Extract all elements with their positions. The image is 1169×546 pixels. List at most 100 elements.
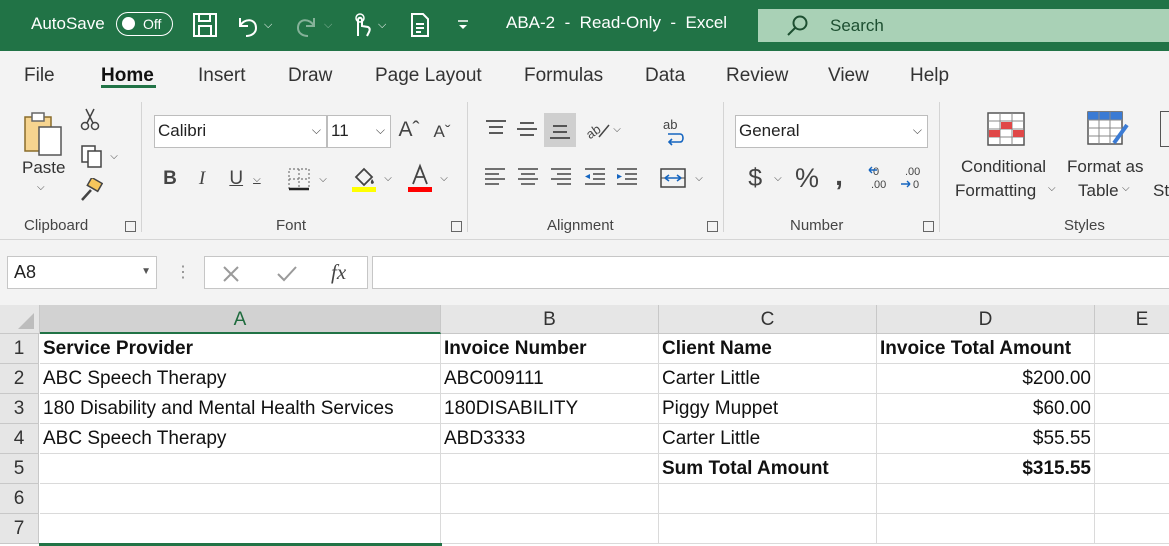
tab-page-layout[interactable]: Page Layout xyxy=(375,65,482,87)
cell-d5[interactable]: $315.55 xyxy=(877,454,1095,484)
tab-insert[interactable]: Insert xyxy=(198,65,246,87)
cell-d1[interactable]: Invoice Total Amount xyxy=(877,334,1095,364)
enter-check-icon[interactable] xyxy=(276,264,298,284)
cell-d6[interactable] xyxy=(877,484,1095,514)
align-left-button[interactable] xyxy=(480,163,510,191)
row-header-5[interactable]: 5 xyxy=(0,454,39,484)
select-all-button[interactable] xyxy=(0,305,40,334)
cell-e3[interactable] xyxy=(1095,394,1169,424)
bottom-align-button[interactable] xyxy=(544,113,576,147)
paste-button[interactable] xyxy=(18,105,68,165)
conditional-formatting-icon-wrap[interactable] xyxy=(982,109,1030,149)
comma-style-button[interactable]: , xyxy=(828,159,850,193)
format-as-table-line2[interactable]: Table xyxy=(1078,181,1119,201)
underline-button[interactable]: U ⌵ xyxy=(221,164,269,194)
tab-draw[interactable]: Draw xyxy=(288,65,332,87)
column-header-c[interactable]: C xyxy=(659,305,877,334)
align-center-button[interactable] xyxy=(513,163,543,191)
cell-styles-icon[interactable] xyxy=(1160,111,1169,147)
currency-format-button[interactable]: $ ⌵ xyxy=(740,161,790,195)
cut-button[interactable] xyxy=(78,105,102,133)
cell-b2[interactable]: ABC009111 xyxy=(441,364,659,394)
row-header-1[interactable]: 1 xyxy=(0,334,39,364)
column-header-a[interactable]: A xyxy=(40,305,441,334)
cell-e7[interactable] xyxy=(1095,514,1169,544)
undo-button[interactable]: ⌵ xyxy=(234,11,272,39)
row-header-4[interactable]: 4 xyxy=(0,424,39,454)
save-button[interactable] xyxy=(192,11,218,39)
customize-toolbar-button[interactable] xyxy=(456,11,470,39)
print-preview-button[interactable] xyxy=(408,11,432,39)
number-format-dropdown[interactable]: General ⌵ xyxy=(735,115,928,148)
cell-c1[interactable]: Client Name xyxy=(659,334,877,364)
column-header-d[interactable]: D xyxy=(877,305,1095,334)
cell-b3[interactable]: 180DISABILITY xyxy=(441,394,659,424)
cell-b7[interactable] xyxy=(441,514,659,544)
cell-c4[interactable]: Carter Little xyxy=(659,424,877,454)
increase-decimal-button[interactable]: 0.00 xyxy=(866,163,896,193)
column-header-b[interactable]: B xyxy=(441,305,659,334)
alignment-launcher-icon[interactable] xyxy=(707,221,718,232)
cell-a2[interactable]: ABC Speech Therapy xyxy=(40,364,441,394)
percent-style-button[interactable]: % xyxy=(792,161,822,195)
cell-e1[interactable] xyxy=(1095,334,1169,364)
font-color-button[interactable]: ⌵ xyxy=(402,161,452,195)
font-launcher-icon[interactable] xyxy=(451,221,462,232)
row-header-7[interactable]: 7 xyxy=(0,514,39,544)
middle-align-button[interactable] xyxy=(513,115,541,143)
cell-d4[interactable]: $55.55 xyxy=(877,424,1095,454)
search-box[interactable]: Search xyxy=(758,9,1169,42)
chevron-down-icon[interactable]: ⌵ xyxy=(1122,183,1130,194)
bold-button[interactable]: B xyxy=(158,164,182,194)
font-name-dropdown[interactable]: Calibri ⌵ xyxy=(154,115,327,148)
conditional-formatting-line1[interactable]: Conditional xyxy=(961,157,1046,177)
row-header-2[interactable]: 2 xyxy=(0,364,39,394)
cell-b5[interactable] xyxy=(441,454,659,484)
decrease-font-size-button[interactable]: Aˇ xyxy=(428,117,456,147)
tab-help[interactable]: Help xyxy=(910,65,949,87)
tab-file[interactable]: File xyxy=(24,65,55,87)
column-header-e[interactable]: E xyxy=(1095,305,1169,334)
format-as-table-line1[interactable]: Format as xyxy=(1067,157,1144,177)
cell-d2[interactable]: $200.00 xyxy=(877,364,1095,394)
top-align-button[interactable] xyxy=(482,115,510,143)
chevron-down-icon[interactable]: ⌵ xyxy=(1048,183,1056,194)
cell-c6[interactable] xyxy=(659,484,877,514)
italic-button[interactable]: I xyxy=(190,164,214,194)
tab-review[interactable]: Review xyxy=(726,65,788,87)
increase-indent-button[interactable] xyxy=(612,163,642,191)
redo-button[interactable]: ⌵ xyxy=(294,11,332,39)
cell-a3[interactable]: 180 Disability and Mental Health Service… xyxy=(40,394,441,424)
cell-d3[interactable]: $60.00 xyxy=(877,394,1095,424)
clipboard-launcher-icon[interactable] xyxy=(125,221,136,232)
autosave-toggle[interactable]: Off xyxy=(116,12,173,36)
tab-data[interactable]: Data xyxy=(645,65,685,87)
cell-styles-partial[interactable]: St xyxy=(1153,181,1169,201)
cell-a1[interactable]: Service Provider xyxy=(40,334,441,364)
cell-b4[interactable]: ABD3333 xyxy=(441,424,659,454)
font-size-dropdown[interactable]: 11 ⌵ xyxy=(327,115,391,148)
cell-e4[interactable] xyxy=(1095,424,1169,454)
cell-a6[interactable] xyxy=(40,484,441,514)
cell-e2[interactable] xyxy=(1095,364,1169,394)
tab-formulas[interactable]: Formulas xyxy=(524,65,603,87)
cell-c3[interactable]: Piggy Muppet xyxy=(659,394,877,424)
cell-a5[interactable] xyxy=(40,454,441,484)
cell-c7[interactable] xyxy=(659,514,877,544)
fill-color-button[interactable]: ⌵ xyxy=(346,161,396,195)
row-header-3[interactable]: 3 xyxy=(0,394,39,424)
touch-mode-button[interactable]: ⌵ xyxy=(350,11,386,39)
wrap-text-button[interactable]: ab xyxy=(658,115,688,147)
cell-b1[interactable]: Invoice Number xyxy=(441,334,659,364)
name-box[interactable]: A8 ▼ xyxy=(7,256,157,289)
conditional-formatting-line2[interactable]: Formatting xyxy=(955,181,1036,201)
decrease-decimal-button[interactable]: .00 0 xyxy=(898,163,928,193)
row-header-6[interactable]: 6 xyxy=(0,484,39,514)
tab-view[interactable]: View xyxy=(828,65,869,87)
number-launcher-icon[interactable] xyxy=(923,221,934,232)
cell-a7[interactable] xyxy=(40,514,441,544)
decrease-indent-button[interactable] xyxy=(580,163,610,191)
cell-e5[interactable] xyxy=(1095,454,1169,484)
formula-input[interactable] xyxy=(372,256,1169,289)
copy-button[interactable]: ⌵ xyxy=(76,142,122,170)
